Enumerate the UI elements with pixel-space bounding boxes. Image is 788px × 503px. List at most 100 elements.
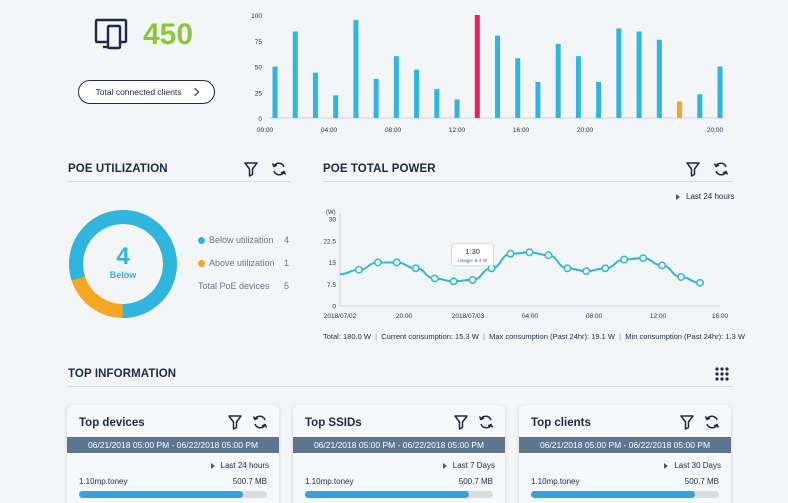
power-point — [620, 255, 629, 264]
legend-total-label: Total PoE devices — [198, 281, 270, 291]
power-point — [411, 264, 420, 273]
x-tick-label: 20:00 — [577, 127, 594, 134]
bar — [575, 56, 581, 118]
filter-icon[interactable] — [453, 414, 471, 432]
poe-power-line-chart: (W)30 22.5 15 7.5 0 1:30 Usage: 8.4 W 2018/07/0… — [323, 210, 729, 320]
legend-below-value: 4 — [284, 235, 290, 245]
power-point — [468, 275, 477, 284]
card-range-selector[interactable]: Last 7 Days — [442, 461, 495, 470]
power-point — [658, 261, 667, 270]
legend-above-label: Above utilization — [209, 258, 275, 268]
card-row-name: 1.10mp.toney — [531, 477, 580, 486]
grid-menu-icon[interactable] — [714, 366, 732, 384]
filter-icon[interactable] — [227, 414, 245, 432]
refresh-icon[interactable] — [271, 161, 289, 179]
x-tick-label: 16:00 — [513, 127, 530, 134]
legend-total: Total PoE devices — [198, 281, 270, 291]
stat-total: Total: 180.0 W — [323, 332, 371, 341]
y-unit-label: (W) — [326, 210, 336, 216]
y-tick-label: 22.5 — [323, 238, 336, 245]
bar — [555, 43, 561, 119]
below-dot-icon — [198, 236, 205, 244]
x-tick-label: 04:00 — [321, 127, 338, 134]
card-range-label: Last 30 Days — [674, 461, 721, 470]
y-tick-label: 0 — [332, 304, 336, 311]
bar — [292, 31, 298, 119]
card-progress-fill — [531, 491, 695, 498]
top-ssids-card: Top SSIDs 06/21/2018 05:00 PM - 06/22/20… — [293, 405, 505, 503]
bar — [393, 56, 399, 118]
refresh-icon[interactable] — [252, 414, 270, 432]
x-tick-label: 20:00 — [707, 127, 724, 134]
bar — [515, 58, 521, 118]
poe-total-power-title: POE TOTAL POWER — [323, 163, 436, 175]
power-point — [677, 273, 686, 281]
legend-below: Below utilization — [198, 235, 274, 245]
bar — [474, 15, 480, 118]
power-point — [639, 254, 648, 263]
bar — [272, 66, 278, 118]
refresh-icon[interactable] — [713, 161, 731, 179]
card-row-name: 1.10mp.toney — [305, 477, 354, 486]
tooltip-usage: Usage: 8.4 W — [458, 258, 488, 264]
refresh-icon[interactable] — [478, 414, 496, 432]
card-progress-track — [305, 491, 493, 498]
above-dot-icon — [198, 259, 205, 267]
top-devices-card: Top devices 06/21/2018 05:00 PM - 06/22/… — [67, 405, 279, 503]
y-tick-label: 75 — [255, 39, 263, 46]
card-row-name: 1.10mp.toney — [79, 477, 128, 486]
stat-min: Min consumption (Past 24hr): 1.3 W — [625, 332, 745, 341]
legend-below-label: Below utilization — [209, 235, 274, 245]
donut-center-value: 4 — [116, 243, 130, 270]
card-progress-fill — [305, 491, 469, 498]
card-range-label: Last 7 Days — [452, 461, 495, 470]
bar — [333, 95, 339, 118]
legend-above-value: 1 — [284, 258, 290, 268]
card-title: Top devices — [79, 417, 145, 429]
bar — [312, 72, 318, 118]
power-point — [373, 258, 382, 267]
bar — [636, 31, 642, 119]
card-range-selector[interactable]: Last 24 hours — [210, 461, 269, 470]
power-point — [392, 258, 401, 267]
power-point — [601, 264, 610, 273]
stat-current: Current consumption: 15.3 W — [381, 332, 479, 341]
filter-icon[interactable] — [685, 161, 703, 179]
y-tick-label: 0 — [258, 116, 262, 123]
bar — [454, 99, 460, 118]
card-range-selector[interactable]: Last 30 Days — [664, 461, 721, 470]
x-tick-label: 12:00 — [449, 127, 466, 134]
bar — [414, 69, 420, 118]
card-date-range: 06/21/2018 05:00 PM - 06/22/2018 05:00 P… — [67, 437, 279, 453]
x-tick-label: 08:00 — [586, 313, 603, 320]
power-tooltip: 1:30 Usage: 8.4 W — [451, 243, 495, 267]
power-point — [449, 277, 458, 286]
filter-icon[interactable] — [243, 161, 261, 179]
total-connected-clients-button[interactable]: Total connected clients — [78, 80, 215, 104]
y-tick-label: 50 — [255, 65, 263, 72]
top-information-title: TOP INFORMATION — [68, 368, 177, 380]
card-progress-track — [79, 491, 267, 498]
card-date-range: 06/21/2018 05:00 PM - 06/22/2018 05:00 P… — [519, 437, 731, 453]
x-tick-label: 08:00 — [385, 127, 402, 134]
client-count: 450 — [143, 18, 194, 51]
card-row-value: 500.7 MB — [684, 477, 719, 486]
card-row-value: 500.7 MB — [232, 477, 267, 486]
card-row-value: 500.7 MB — [458, 477, 493, 486]
chevron-right-icon — [190, 87, 199, 97]
x-tick-label: 2018/07/03 — [452, 313, 485, 320]
filter-icon[interactable] — [679, 414, 697, 432]
bar — [353, 20, 359, 118]
top-clients-card: Top clients 06/21/2018 05:00 PM - 06/22/… — [519, 405, 731, 503]
stat-max: Max consumption (Past 24hr): 19.1 W — [489, 332, 615, 341]
card-progress-fill — [79, 491, 243, 498]
play-icon — [664, 462, 669, 469]
bar — [616, 28, 622, 118]
poe-power-stats: Total: 180.0 W | Current consumption: 15… — [323, 332, 745, 341]
power-point — [430, 274, 439, 283]
bar — [434, 89, 440, 118]
tooltip-time: 1:30 — [465, 247, 480, 256]
power-point — [582, 267, 591, 276]
x-tick-label: 16:00 — [712, 313, 729, 320]
refresh-icon[interactable] — [704, 414, 722, 432]
